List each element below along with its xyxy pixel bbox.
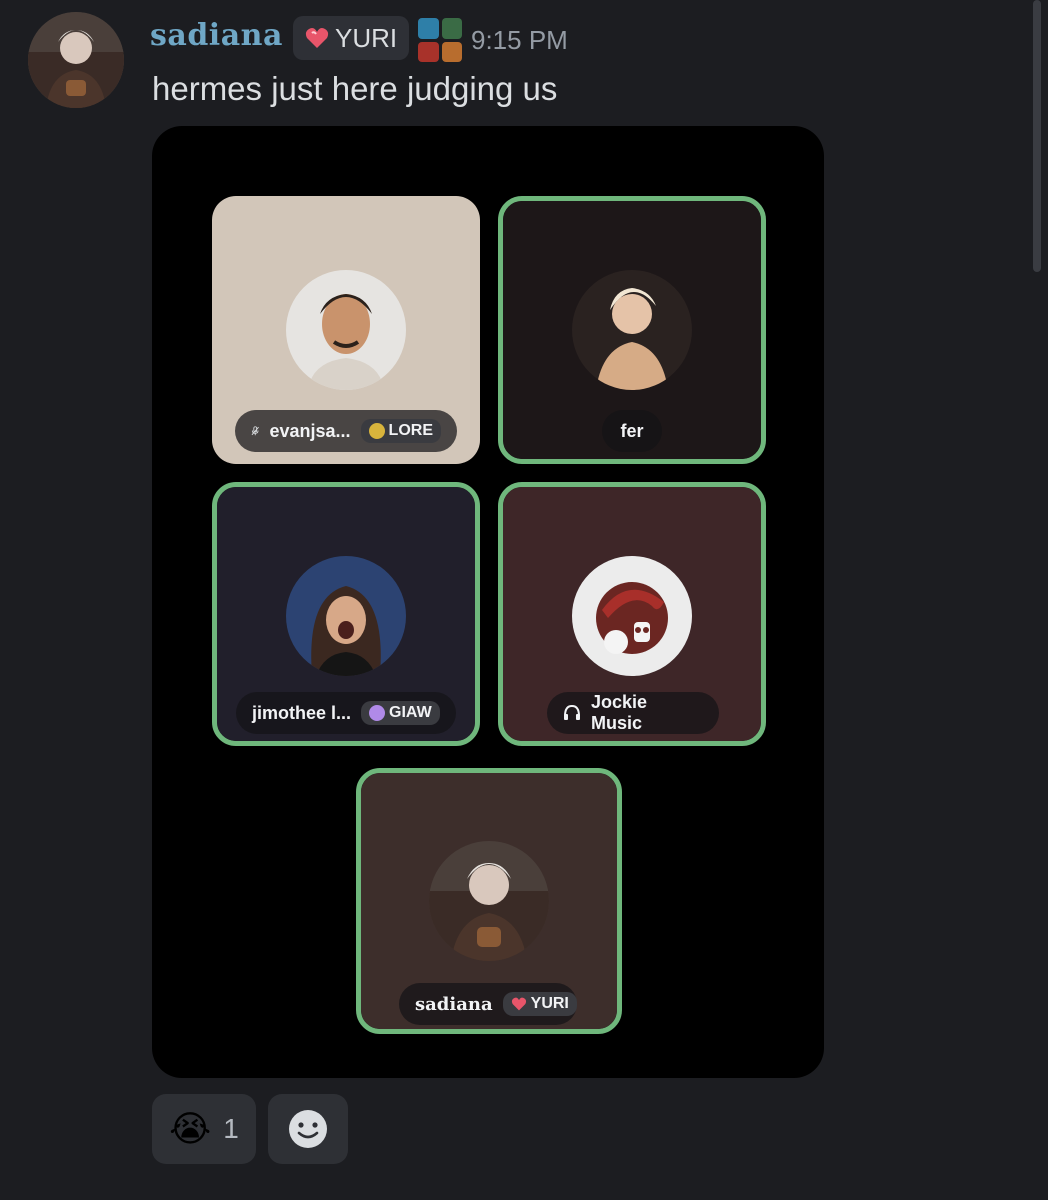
heart-icon xyxy=(305,28,329,48)
participant-avatar xyxy=(429,841,549,961)
moon-icon xyxy=(369,705,386,721)
participant-nameplate: jimothee l... GIAW xyxy=(236,692,456,734)
mic-muted-icon xyxy=(251,426,259,436)
badge-icon xyxy=(441,18,462,39)
role-tag-label: YURI xyxy=(335,22,398,53)
participant-nameplate: Jockie Music xyxy=(547,692,719,734)
crying-emoji-icon: 😭 xyxy=(169,1108,212,1150)
participant-tile[interactable]: jimothee l... GIAW xyxy=(212,482,480,746)
participant-tile[interactable]: sadiana YURI xyxy=(356,768,622,1034)
participant-tag: YURI xyxy=(502,992,577,1016)
moon-icon xyxy=(368,423,385,439)
role-tag[interactable]: YURI xyxy=(293,16,409,60)
badge-icon xyxy=(441,41,462,62)
headphones-icon xyxy=(563,705,580,720)
add-reaction-button[interactable] xyxy=(268,1094,348,1164)
server-badges[interactable] xyxy=(418,18,462,62)
author-avatar[interactable] xyxy=(28,12,124,108)
participant-avatar xyxy=(572,270,692,390)
participant-avatar xyxy=(286,556,406,676)
scrollbar-thumb[interactable] xyxy=(1033,0,1041,272)
participant-nameplate: fer xyxy=(602,410,662,452)
reaction-crying[interactable]: 😭 1 xyxy=(152,1094,256,1164)
image-attachment[interactable]: evanjsa... LORE fer jimothee l... GIAW J… xyxy=(152,126,824,1078)
reaction-count: 1 xyxy=(223,1113,239,1144)
participant-tile[interactable]: Jockie Music xyxy=(498,482,766,746)
participant-name: jimothee l... xyxy=(252,702,352,723)
participant-tile[interactable]: evanjsa... LORE xyxy=(212,196,480,464)
participant-name: Jockie Music xyxy=(590,692,648,733)
message-content: hermes just here judging us xyxy=(152,70,558,107)
badge-icon xyxy=(418,41,439,62)
participant-name: fer xyxy=(620,420,644,441)
participant-name: sadiana xyxy=(415,993,493,1015)
participant-nameplate: evanjsa... LORE xyxy=(235,410,457,452)
participant-tile[interactable]: fer xyxy=(498,196,766,464)
participant-avatar xyxy=(572,556,692,676)
heart-icon xyxy=(511,997,526,1011)
participant-tag: LORE xyxy=(360,419,441,443)
author-username[interactable]: sadiana xyxy=(150,18,283,53)
participant-name: evanjsa... xyxy=(269,420,351,441)
participant-nameplate: sadiana YURI xyxy=(399,983,577,1025)
participant-tag: GIAW xyxy=(361,701,440,725)
message-timestamp: 9:15 PM xyxy=(471,25,568,55)
participant-avatar xyxy=(286,270,406,390)
discord-chat-view: sadiana YURI 9:15 PM hermes just here ju… xyxy=(0,0,1048,1200)
badge-icon xyxy=(418,18,439,39)
smile-icon xyxy=(289,1110,327,1148)
